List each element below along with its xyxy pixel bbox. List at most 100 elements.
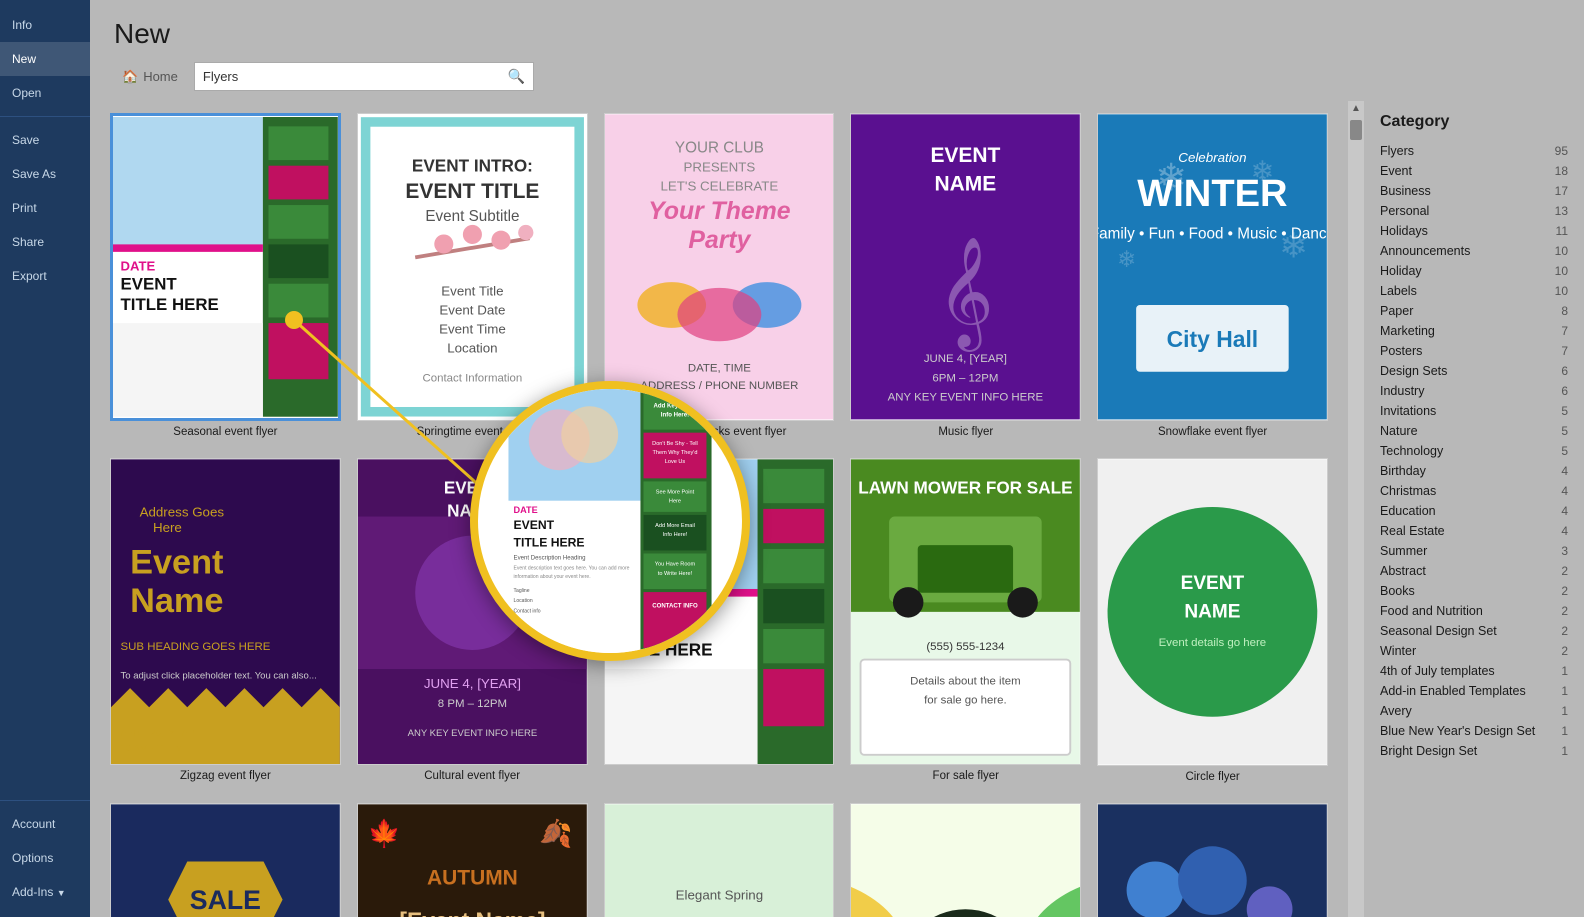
template-thumb-sale[interactable]: SALE COMPANY/EVENT NAME EVENT DATE EVENT… (110, 803, 341, 917)
category-item[interactable]: Labels10 (1380, 281, 1568, 301)
category-item[interactable]: Real Estate4 (1380, 521, 1568, 541)
category-item[interactable]: Food and Nutrition2 (1380, 601, 1568, 621)
svg-text:EVENT: EVENT (1181, 573, 1245, 594)
template-label-forsale: For sale flyer (933, 770, 999, 782)
category-item[interactable]: Flyers95 (1380, 141, 1568, 161)
template-thumb-autumn[interactable]: 🍁 🍂 🍂 🍁 AUTUMN [Event Name] [date], [tim… (357, 803, 588, 917)
category-label: Blue New Year's Design Set (1380, 724, 1535, 738)
category-item[interactable]: Paper8 (1380, 301, 1568, 321)
template-winter[interactable]: MICH. FASHION DISTRICT WINTER PARTY EVEN… (1097, 803, 1328, 917)
category-item[interactable]: Nature5 (1380, 421, 1568, 441)
category-item[interactable]: Marketing7 (1380, 321, 1568, 341)
template-thumb-snowflake[interactable]: Celebration WINTER Family • Fun • Food •… (1097, 113, 1328, 421)
category-item[interactable]: Birthday4 (1380, 461, 1568, 481)
svg-text:information about your event h: information about your event here. (514, 574, 591, 580)
category-item[interactable]: Seasonal Design Set2 (1380, 621, 1568, 641)
template-forsale[interactable]: LAWN MOWER FOR SALE (555) 555-1234 Detai… (850, 458, 1081, 783)
sidebar-item-print[interactable]: Print (0, 191, 90, 225)
category-label: Nature (1380, 424, 1418, 438)
svg-text:Event description text goes he: Event description text goes here. You ca… (514, 566, 630, 572)
category-item[interactable]: Winter2 (1380, 641, 1568, 661)
template-thumb-circle[interactable]: EVENT NAME Event details go here (1097, 458, 1328, 766)
template-music[interactable]: EVENT NAME 𝄞 JUNE 4, [YEAR] 6PM – 12PM A… (850, 113, 1081, 438)
category-title: Category (1380, 113, 1568, 131)
svg-text:AUTUMN: AUTUMN (427, 866, 518, 889)
scrollbar[interactable]: ▲ (1348, 101, 1364, 917)
category-label: Posters (1380, 344, 1422, 358)
category-item[interactable]: Invitations5 (1380, 401, 1568, 421)
template-circle[interactable]: EVENT NAME Event details go here Circle … (1097, 458, 1328, 783)
template-thumb-winter[interactable]: MICH. FASHION DISTRICT WINTER PARTY EVEN… (1097, 803, 1328, 917)
category-item[interactable]: Industry6 (1380, 381, 1568, 401)
sidebar-item-share[interactable]: Share (0, 225, 90, 259)
svg-text:Name: Name (130, 582, 223, 620)
category-count: 95 (1555, 144, 1568, 158)
template-thumb-music[interactable]: EVENT NAME 𝄞 JUNE 4, [YEAR] 6PM – 12PM A… (850, 113, 1081, 421)
home-button[interactable]: 🏠 Home (114, 65, 186, 89)
category-item[interactable]: Avery1 (1380, 701, 1568, 721)
category-item[interactable]: Holiday10 (1380, 261, 1568, 281)
svg-text:SUB HEADING GOES HERE: SUB HEADING GOES HERE (121, 641, 271, 653)
sidebar-item-account[interactable]: Account (0, 807, 90, 841)
svg-text:Event: Event (130, 543, 223, 581)
category-item[interactable]: Technology5 (1380, 441, 1568, 461)
category-label: Birthday (1380, 464, 1426, 478)
svg-text:EVENT INTRO:: EVENT INTRO: (412, 156, 533, 176)
category-count: 10 (1555, 244, 1568, 258)
category-count: 10 (1555, 284, 1568, 298)
template-thumb-seasonal[interactable]: DATE EVENT TITLE HERE (110, 113, 341, 421)
sidebar-item-save[interactable]: Save (0, 123, 90, 157)
category-item[interactable]: Design Sets6 (1380, 361, 1568, 381)
category-label: Design Sets (1380, 364, 1447, 378)
template-autumn[interactable]: 🍁 🍂 🍂 🍁 AUTUMN [Event Name] [date], [tim… (357, 803, 588, 917)
category-item[interactable]: Bright Design Set1 (1380, 741, 1568, 761)
category-item[interactable]: Event18 (1380, 161, 1568, 181)
templates-area: DATE EVENT TITLE HERE Seasonal ev (90, 101, 1348, 917)
template-elegant[interactable]: Elegant Spring SUMMER PARTY Elegant spri… (604, 803, 835, 917)
sidebar-item-export[interactable]: Export (0, 259, 90, 293)
category-item[interactable]: Summer3 (1380, 541, 1568, 561)
category-item[interactable]: Christmas4 (1380, 481, 1568, 501)
category-item[interactable]: Books2 (1380, 581, 1568, 601)
category-item[interactable]: Education4 (1380, 501, 1568, 521)
category-item[interactable]: Announcements10 (1380, 241, 1568, 261)
svg-text:DATE: DATE (514, 505, 538, 515)
category-count: 17 (1555, 184, 1568, 198)
svg-text:Celebration: Celebration (1179, 150, 1247, 165)
template-sale[interactable]: SALE COMPANY/EVENT NAME EVENT DATE EVENT… (110, 803, 341, 917)
svg-text:❄: ❄ (1155, 157, 1187, 200)
template-thumb-carnival[interactable]: YOUR CLUB PRESENTS LET'S CELEBRATE Your … (604, 113, 835, 421)
sidebar-item-addins[interactable]: Add-Ins ▼ (0, 875, 90, 909)
category-item[interactable]: Blue New Year's Design Set1 (1380, 721, 1568, 741)
category-item[interactable]: Abstract2 (1380, 561, 1568, 581)
template-thumb-forsale[interactable]: LAWN MOWER FOR SALE (555) 555-1234 Detai… (850, 458, 1081, 766)
search-input[interactable] (195, 64, 500, 89)
category-item[interactable]: Business17 (1380, 181, 1568, 201)
template-springtime[interactable]: EVENT INTRO: EVENT TITLE Event Subtitle … (357, 113, 588, 438)
sidebar-item-new[interactable]: New (0, 42, 90, 76)
category-item[interactable]: Add-in Enabled Templates1 (1380, 681, 1568, 701)
category-item[interactable]: 4th of July templates1 (1380, 661, 1568, 681)
sidebar-item-saveas[interactable]: Save As (0, 157, 90, 191)
template-snowflake[interactable]: Celebration WINTER Family • Fun • Food •… (1097, 113, 1328, 438)
template-summer[interactable]: SUMMER PARTY MM.DD.YY Summer party flyer (850, 803, 1081, 917)
template-thumb-zigzag[interactable]: Address Goes Here Event Name SUB HEADING… (110, 458, 341, 766)
sidebar-item-open[interactable]: Open (0, 76, 90, 110)
search-button[interactable]: 🔍 (499, 63, 532, 90)
template-thumb-springtime[interactable]: EVENT INTRO: EVENT TITLE Event Subtitle … (357, 113, 588, 421)
category-item[interactable]: Posters7 (1380, 341, 1568, 361)
category-item[interactable]: Personal13 (1380, 201, 1568, 221)
template-thumb-summer[interactable]: SUMMER PARTY MM.DD.YY (850, 803, 1081, 917)
template-thumb-elegant[interactable]: Elegant Spring SUMMER PARTY (604, 803, 835, 917)
sidebar-item-info[interactable]: Info (0, 8, 90, 42)
magnifier-overlay: Add Key Event Info Here! Don't Be Shy - … (470, 381, 750, 661)
svg-text:🍂: 🍂 (539, 817, 572, 848)
category-label: Event (1380, 164, 1412, 178)
svg-text:ANY KEY EVENT INFO HERE: ANY KEY EVENT INFO HERE (407, 728, 537, 739)
template-seasonal[interactable]: DATE EVENT TITLE HERE Seasonal ev (110, 113, 341, 438)
template-zigzag[interactable]: Address Goes Here Event Name SUB HEADING… (110, 458, 341, 783)
sidebar-item-options[interactable]: Options (0, 841, 90, 875)
template-label-snowflake: Snowflake event flyer (1158, 426, 1267, 438)
svg-text:See More Point: See More Point (656, 490, 695, 496)
category-item[interactable]: Holidays11 (1380, 221, 1568, 241)
